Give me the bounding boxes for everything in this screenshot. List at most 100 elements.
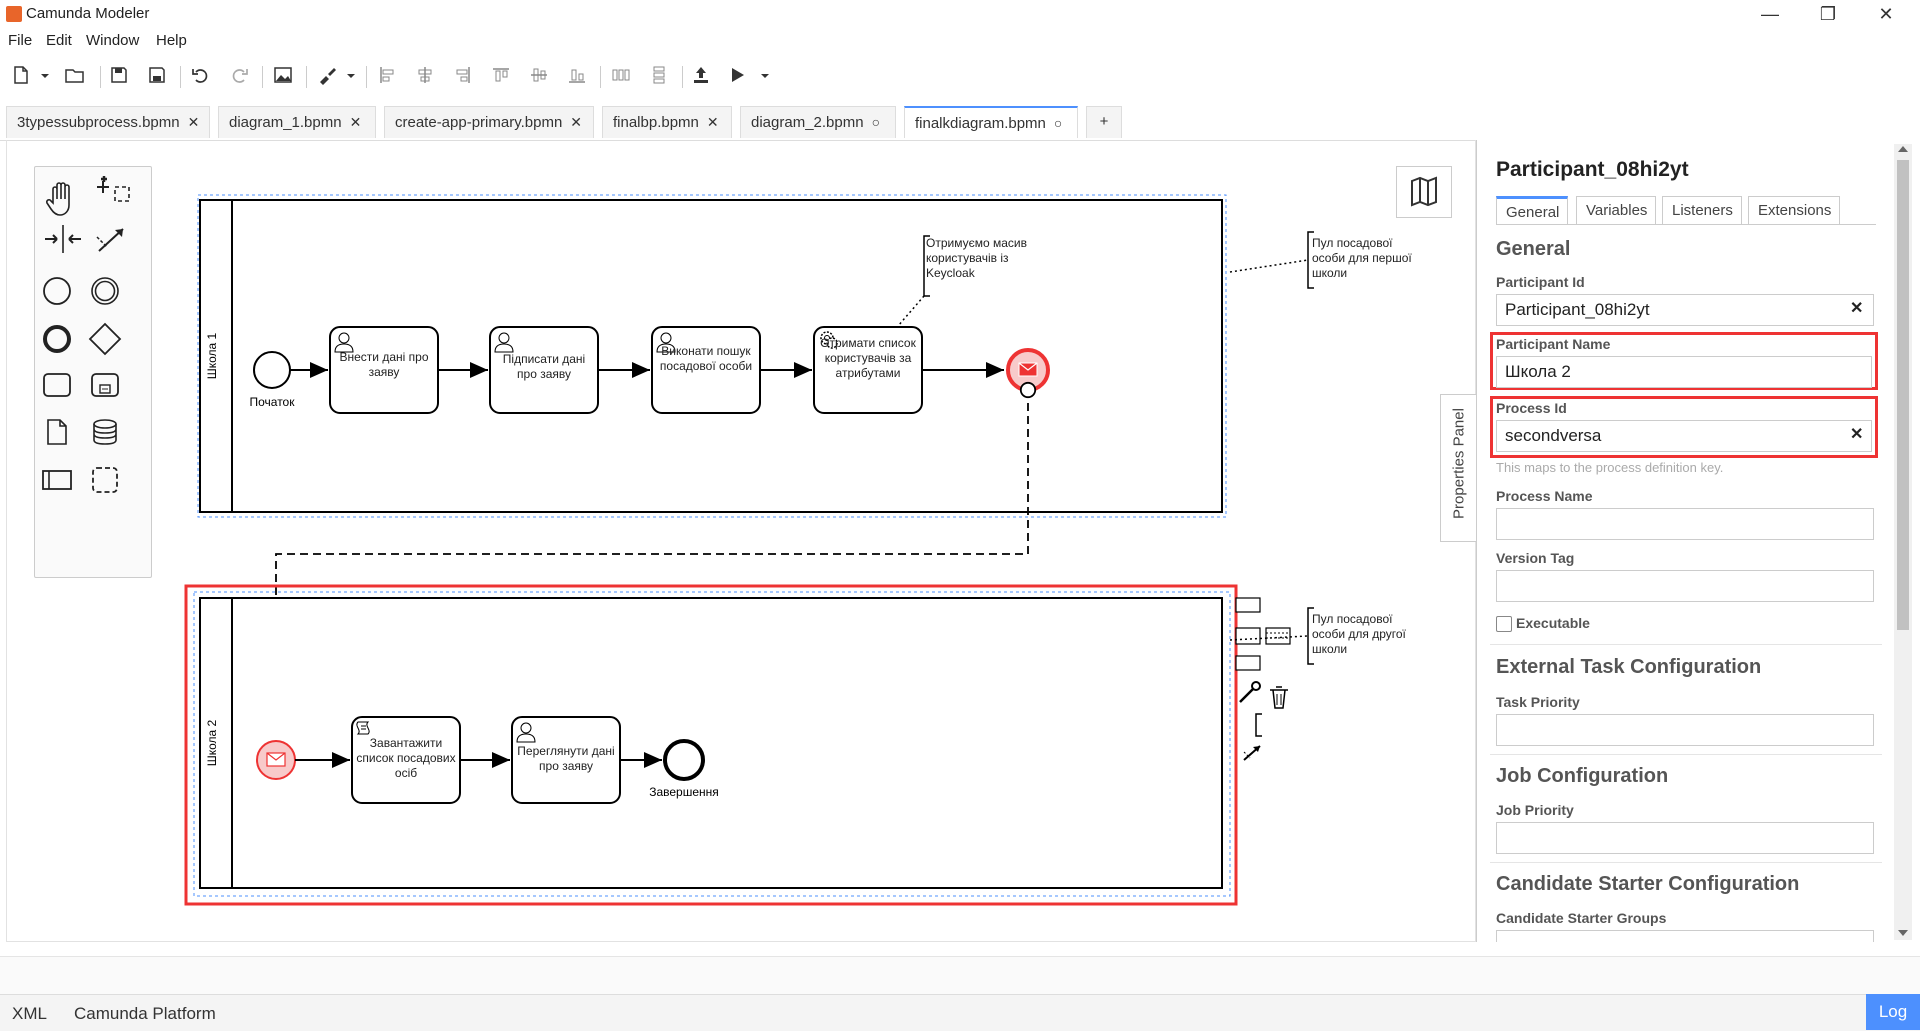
- service-task[interactable]: Отримати список користувачів за атрибута…: [813, 326, 923, 414]
- text-annotation[interactable]: Пул посадової особи для першої школи: [1307, 231, 1422, 289]
- task-priority-input[interactable]: [1496, 714, 1874, 746]
- unsaved-indicator-icon[interactable]: ○: [1054, 115, 1062, 131]
- bottom-panel: [0, 956, 1920, 995]
- user-task[interactable]: Підписати дані про заяву: [489, 326, 599, 414]
- align-right-icon[interactable]: [452, 64, 474, 86]
- tab-file[interactable]: diagram_2.bpmn ○: [740, 106, 896, 138]
- menu-help[interactable]: Help: [156, 32, 187, 49]
- undo-icon[interactable]: [190, 64, 212, 86]
- text-annotation-icon[interactable]: [1255, 713, 1262, 737]
- candidate-groups-input[interactable]: [1496, 930, 1874, 942]
- tab-general[interactable]: General: [1496, 196, 1568, 224]
- maximize-button[interactable]: ❐: [1808, 2, 1848, 26]
- unsaved-indicator-icon[interactable]: ○: [872, 114, 880, 130]
- tab-file[interactable]: finalbp.bpmn ✕: [602, 106, 732, 138]
- deploy-icon[interactable]: [690, 64, 712, 86]
- xml-button[interactable]: XML: [12, 1004, 47, 1024]
- open-folder-icon[interactable]: [64, 64, 86, 86]
- menu-edit[interactable]: Edit: [46, 32, 72, 49]
- user-task[interactable]: Внести дані про заяву: [329, 326, 439, 414]
- script-task[interactable]: Завантажити список посадових осіб: [351, 716, 461, 804]
- lane-divide-three-icon[interactable]: [1265, 627, 1291, 645]
- process-id-input[interactable]: secondversa: [1496, 420, 1872, 452]
- end-event[interactable]: [663, 739, 705, 781]
- close-tab-icon[interactable]: ✕: [570, 114, 582, 130]
- lane-add-below-icon[interactable]: [1235, 655, 1261, 671]
- scroll-up-icon[interactable]: [1898, 146, 1908, 152]
- new-file-dropdown-icon[interactable]: [34, 64, 49, 86]
- scrollbar-thumb[interactable]: [1897, 160, 1909, 630]
- title-bar: Camunda Modeler — ❐ ✕: [0, 0, 1920, 28]
- connect-icon[interactable]: [1243, 745, 1261, 761]
- message-start-event[interactable]: [256, 740, 296, 780]
- save-all-icon[interactable]: [146, 64, 168, 86]
- save-icon[interactable]: [108, 64, 130, 86]
- executable-checkbox[interactable]: [1496, 616, 1512, 632]
- close-tab-icon[interactable]: ✕: [350, 114, 362, 130]
- section-divider: [1490, 644, 1882, 645]
- tab-file[interactable]: diagram_1.bpmn ✕: [218, 106, 376, 138]
- job-priority-input[interactable]: [1496, 822, 1874, 854]
- tab-listeners[interactable]: Listeners: [1662, 196, 1742, 224]
- distribute-horizontal-icon[interactable]: [610, 64, 632, 86]
- tab-variables[interactable]: Variables: [1576, 196, 1656, 224]
- task-label: Підписати дані про заяву: [502, 352, 586, 381]
- add-tab-button[interactable]: +: [1086, 106, 1122, 138]
- color-dropdown-icon[interactable]: [340, 64, 355, 86]
- close-tab-icon[interactable]: ✕: [707, 114, 719, 130]
- text-annotation[interactable]: Отримуємо масив користувачів із Keycloak: [923, 235, 1036, 302]
- user-task[interactable]: Переглянути дані про заяву: [511, 716, 621, 804]
- close-window-button[interactable]: ✕: [1866, 2, 1906, 26]
- version-tag-input[interactable]: [1496, 570, 1874, 602]
- tab-file[interactable]: 3typessubprocess.bpmn ✕: [6, 106, 210, 138]
- message-end-event[interactable]: [1006, 348, 1050, 392]
- color-brush-icon[interactable]: [316, 64, 338, 86]
- section-candidate-heading: Candidate Starter Configuration: [1496, 873, 1800, 895]
- user-task[interactable]: Виконати пошук посадової особи: [651, 326, 761, 414]
- job-priority-label: Job Priority: [1496, 802, 1574, 818]
- wrench-icon[interactable]: [1239, 681, 1261, 703]
- start-instance-icon[interactable]: [726, 64, 748, 86]
- clear-process-id-icon[interactable]: ✕: [1850, 424, 1863, 444]
- menu-window[interactable]: Window: [86, 32, 139, 49]
- participant-name-input[interactable]: Школа 2: [1496, 356, 1872, 388]
- start-event[interactable]: [253, 351, 291, 389]
- align-left-icon[interactable]: [376, 64, 398, 86]
- section-external-heading: External Task Configuration: [1496, 656, 1762, 678]
- align-top-icon[interactable]: [490, 64, 512, 86]
- properties-scrollbar[interactable]: [1894, 144, 1912, 940]
- task-priority-label: Task Priority: [1496, 694, 1580, 710]
- export-image-icon[interactable]: [272, 64, 294, 86]
- pool-label: Школа 2: [205, 719, 219, 766]
- tab-extensions[interactable]: Extensions: [1748, 196, 1840, 224]
- executable-label: Executable: [1516, 615, 1590, 631]
- properties-panel-toggle[interactable]: Properties Panel: [1440, 394, 1477, 542]
- association[interactable]: [1229, 259, 1309, 273]
- distribute-vertical-icon[interactable]: [648, 64, 670, 86]
- log-button[interactable]: Log: [1866, 994, 1920, 1030]
- align-bottom-icon[interactable]: [566, 64, 588, 86]
- tab-file[interactable]: create-app-primary.bpmn ✕: [384, 106, 594, 138]
- clear-participant-id-icon[interactable]: ✕: [1850, 298, 1863, 318]
- menu-file[interactable]: File: [8, 32, 32, 49]
- close-tab-icon[interactable]: ✕: [188, 114, 200, 130]
- trash-icon[interactable]: [1270, 686, 1288, 709]
- process-name-label: Process Name: [1496, 488, 1593, 504]
- process-name-input[interactable]: [1496, 508, 1874, 540]
- redo-icon[interactable]: [228, 64, 250, 86]
- run-dropdown-icon[interactable]: [754, 64, 769, 86]
- window-title: Camunda Modeler: [26, 5, 150, 22]
- bpmn-diagram: Школа 1 Початок Внести дані про заяву Пі…: [184, 194, 1422, 906]
- lane-divide-two-icon[interactable]: [1235, 627, 1261, 645]
- annotation-text: Пул посадової особи для першої школи: [1312, 236, 1412, 280]
- align-middle-icon[interactable]: [528, 64, 550, 86]
- new-file-icon[interactable]: [10, 64, 32, 86]
- lane-add-above-icon[interactable]: [1235, 597, 1261, 613]
- minimize-button[interactable]: —: [1750, 2, 1790, 26]
- participant-id-input[interactable]: Participant_08hi2yt: [1496, 294, 1874, 326]
- tab-file-active[interactable]: finalkdiagram.bpmn ○: [904, 106, 1078, 138]
- scroll-down-icon[interactable]: [1898, 930, 1908, 936]
- text-annotation[interactable]: Пул посадової особи для другої школи: [1307, 607, 1422, 665]
- platform-label[interactable]: Camunda Platform: [74, 1004, 216, 1024]
- align-center-icon[interactable]: [414, 64, 436, 86]
